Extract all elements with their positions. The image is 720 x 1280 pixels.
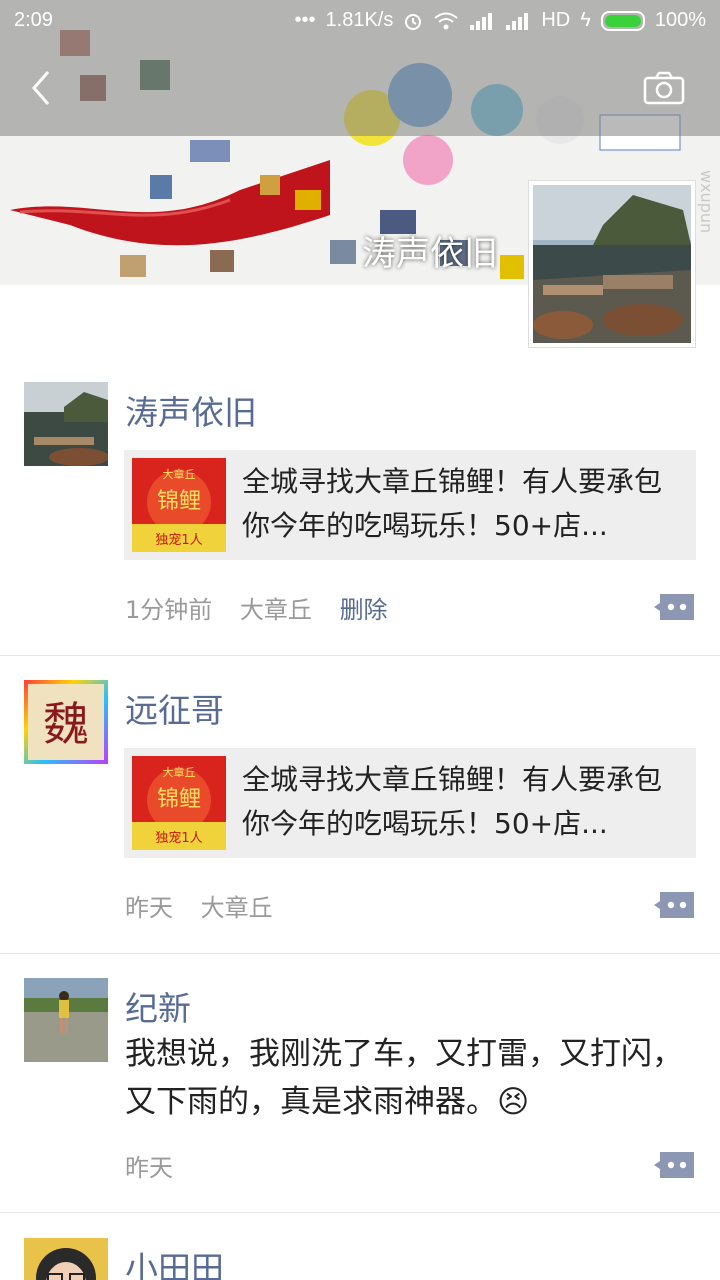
- post-meta: 1分钟前 大章丘 删除: [125, 590, 408, 625]
- post-time: 1分钟前: [125, 596, 213, 624]
- delete-link[interactable]: 删除: [340, 596, 388, 624]
- alarm-icon: [405, 13, 422, 30]
- nickname[interactable]: 纪新: [125, 982, 191, 1030]
- avatar[interactable]: 魏: [24, 680, 108, 764]
- hd-label: HD: [541, 9, 571, 31]
- moment-post: 魏 远征哥 大章丘 锦鲤 独宠1人 全城寻找大章丘锦鲤！有人要承包你今年的吃喝玩…: [0, 678, 720, 953]
- watermark: wxupun: [697, 170, 716, 234]
- battery-percent: 100%: [654, 9, 706, 31]
- moment-post: 涛声依旧 大章丘 锦鲤 独宠1人 全城寻找大章丘锦鲤！有人要承包你今年的吃喝玩乐…: [0, 380, 720, 655]
- status-bar: 2:09 ••• 1.81K/s HD ϟ 100%: [0, 0, 720, 42]
- status-time: 2:09: [14, 9, 53, 31]
- shared-link-card[interactable]: 大章丘 锦鲤 独宠1人 全城寻找大章丘锦鲤！有人要承包你今年的吃喝玩乐！50+店…: [124, 748, 696, 858]
- nickname[interactable]: 小田田: [125, 1242, 224, 1280]
- divider: [0, 1212, 720, 1213]
- avatar[interactable]: [24, 1238, 108, 1280]
- signal-icon-2: [506, 12, 529, 30]
- share-title: 全城寻找大章丘锦鲤！有人要承包你今年的吃喝玩乐！50+店...: [242, 763, 663, 840]
- post-location[interactable]: 大章丘: [240, 596, 312, 624]
- camera-icon[interactable]: [642, 70, 686, 106]
- thumb-main-text: 锦鲤: [157, 489, 201, 514]
- profile-avatar-image: [533, 185, 691, 343]
- status-right: ••• 1.81K/s HD ϟ 100%: [295, 9, 706, 32]
- signal-icon: [470, 12, 493, 30]
- comment-icon[interactable]: [652, 890, 696, 920]
- thumb-top-text: 大章丘: [163, 765, 196, 779]
- divider: [0, 953, 720, 954]
- avatar[interactable]: [24, 382, 108, 466]
- post-location[interactable]: 大章丘: [201, 894, 273, 922]
- post-time: 昨天: [125, 1154, 173, 1182]
- divider: [0, 655, 720, 656]
- share-thumbnail: 大章丘 锦鲤 独宠1人: [132, 458, 226, 552]
- moment-post: 纪新 我想说，我刚洗了车，又打雷，又打闪，又下雨的，真是求雨神器。😣 昨天: [0, 976, 720, 1212]
- post-time: 昨天: [125, 894, 173, 922]
- post-text: 我想说，我刚洗了车，又打雷，又打闪，又下雨的，真是求雨神器。😣: [125, 1036, 683, 1120]
- avatar-char: 魏: [43, 697, 89, 751]
- thumb-main-text: 锦鲤: [157, 787, 201, 812]
- post-meta: 昨天 大章丘: [125, 888, 293, 923]
- post-meta: 昨天: [125, 1148, 193, 1183]
- profile-avatar[interactable]: [528, 180, 696, 348]
- avatar[interactable]: [24, 978, 108, 1062]
- nickname[interactable]: 远征哥: [125, 684, 224, 732]
- battery-icon: [600, 10, 645, 31]
- comment-icon[interactable]: [652, 1150, 696, 1180]
- moment-post: 小田田: [0, 1236, 720, 1280]
- wifi-icon: [434, 12, 458, 29]
- cover-username: 涛声依旧: [362, 234, 498, 274]
- nickname[interactable]: 涛声依旧: [125, 386, 257, 434]
- thumb-bottom-text: 独宠1人: [155, 830, 202, 846]
- shared-link-card[interactable]: 大章丘 锦鲤 独宠1人 全城寻找大章丘锦鲤！有人要承包你今年的吃喝玩乐！50+店…: [124, 450, 696, 560]
- nav-bar: [0, 42, 720, 136]
- comment-icon[interactable]: [652, 592, 696, 622]
- dots-icon: •••: [294, 9, 316, 31]
- network-speed: 1.81K/s: [325, 9, 394, 31]
- back-icon[interactable]: [24, 66, 60, 110]
- share-title: 全城寻找大章丘锦鲤！有人要承包你今年的吃喝玩乐！50+店...: [242, 465, 663, 542]
- thumb-bottom-text: 独宠1人: [155, 532, 202, 548]
- charging-icon: ϟ: [580, 9, 591, 31]
- share-thumbnail: 大章丘 锦鲤 独宠1人: [132, 756, 226, 850]
- thumb-top-text: 大章丘: [163, 467, 196, 481]
